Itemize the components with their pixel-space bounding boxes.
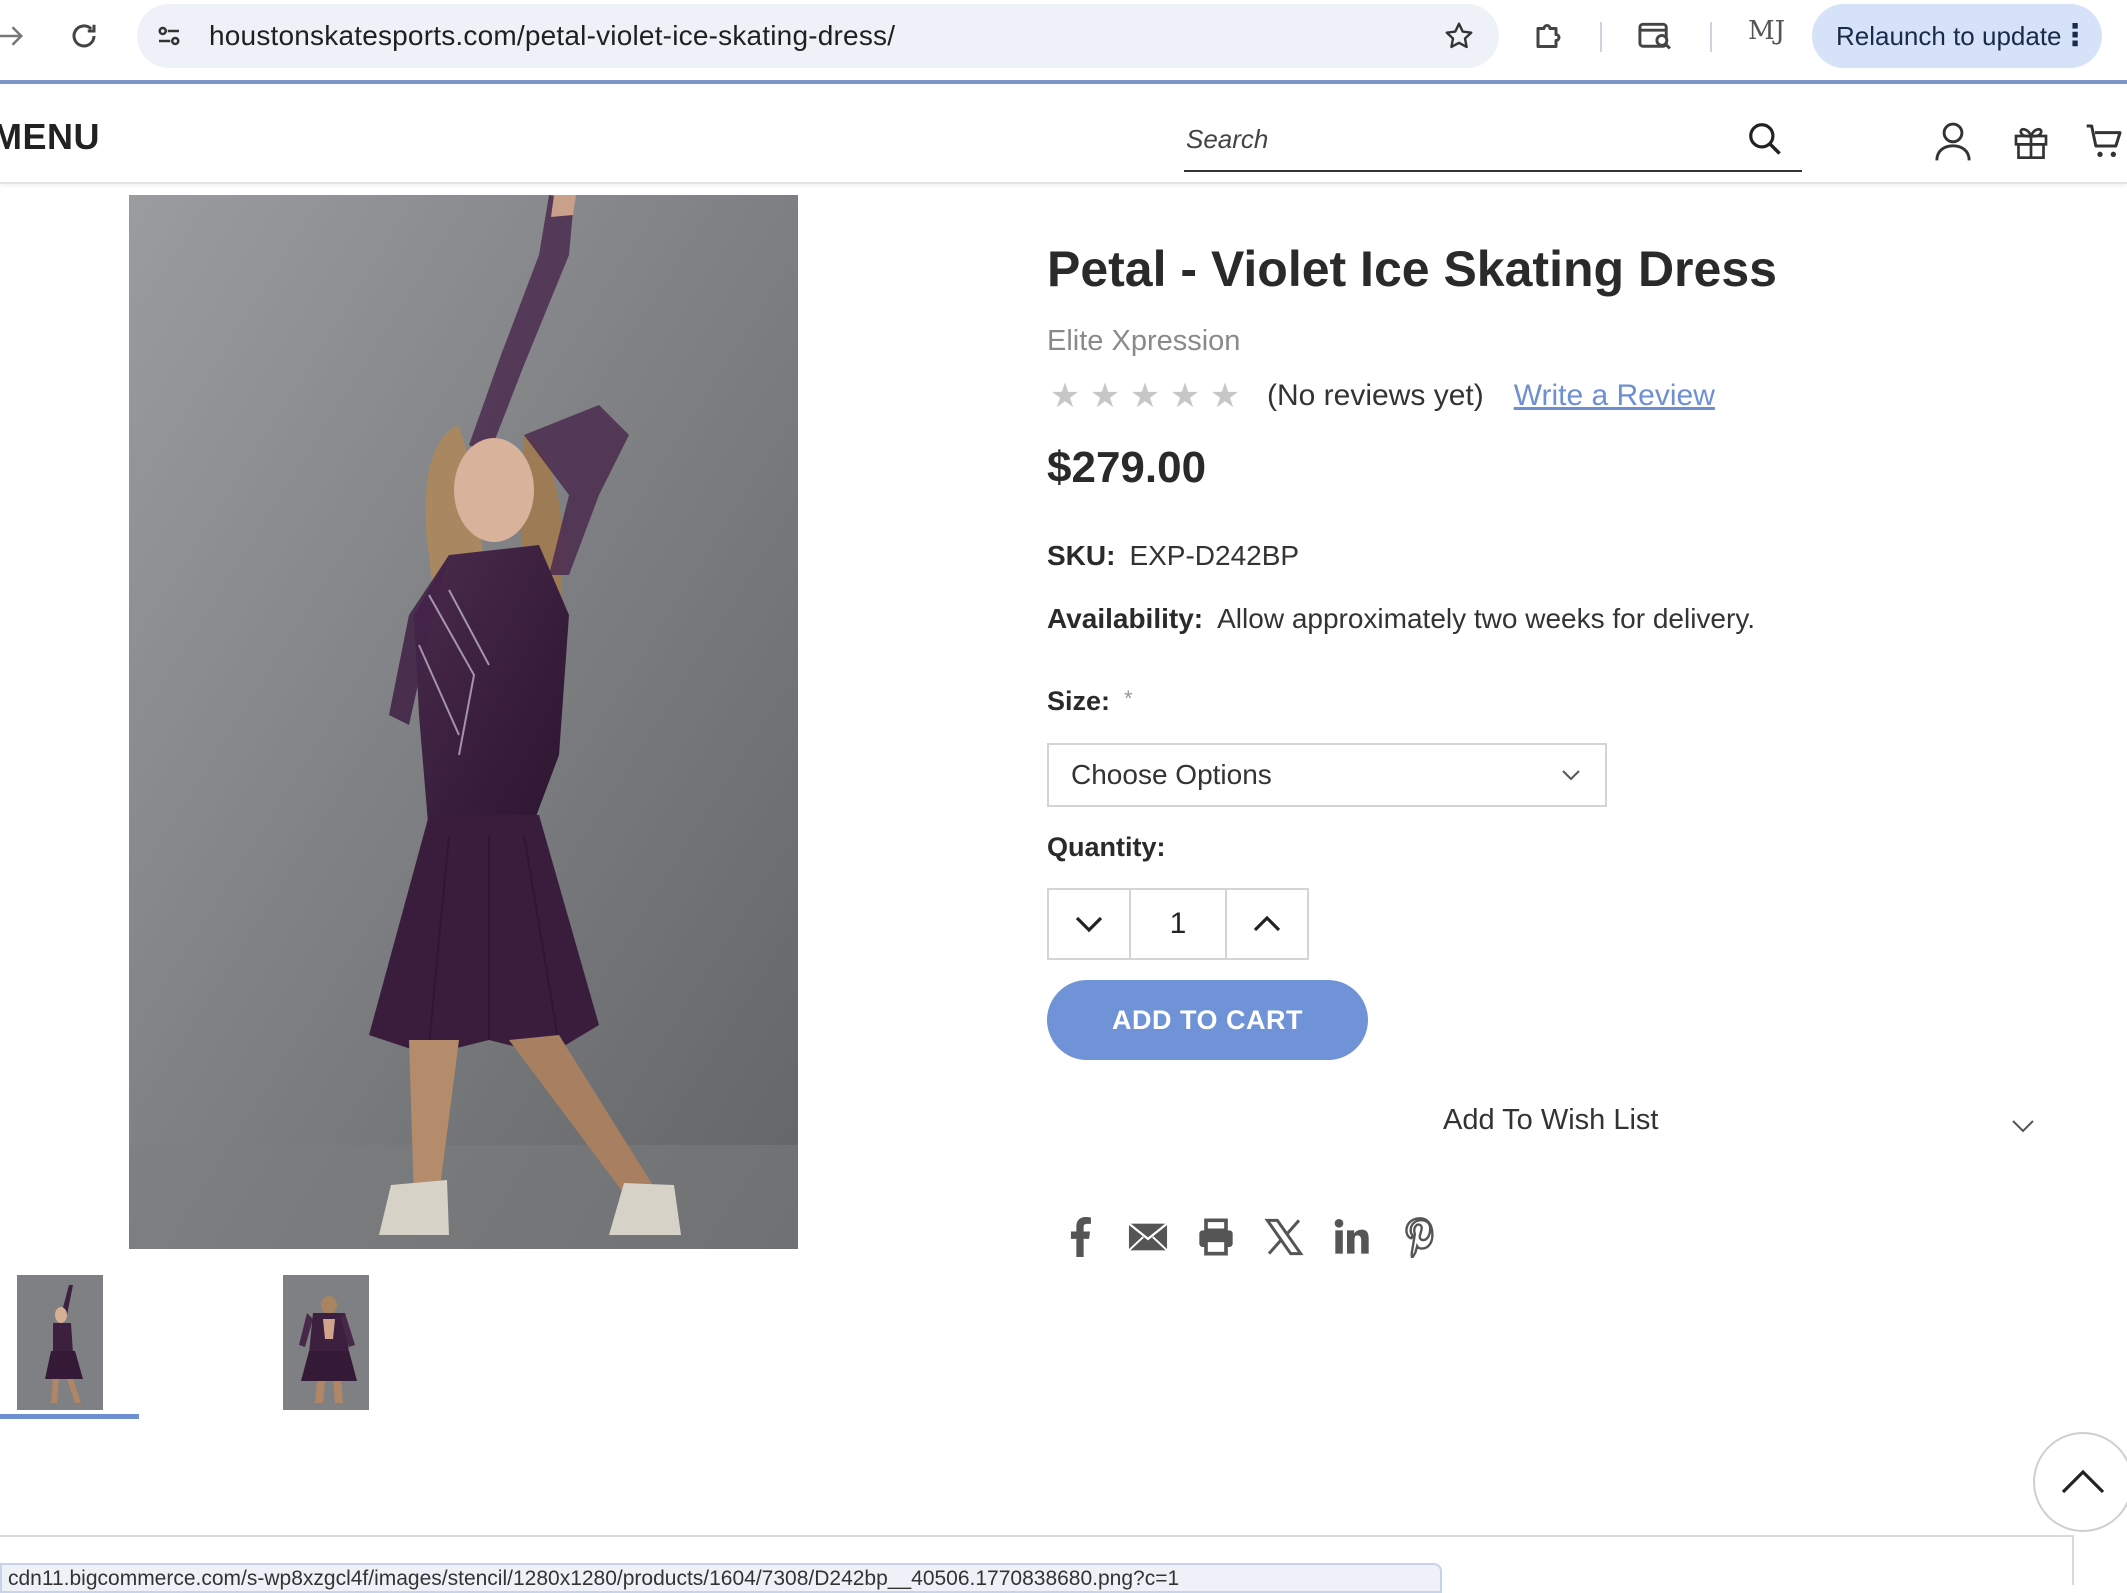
cart-icon[interactable] <box>2082 118 2127 164</box>
availability-row: Availability: Allow approximately two wee… <box>1047 603 1755 635</box>
chevron-down-icon <box>1075 916 1103 933</box>
search-icon[interactable] <box>1744 118 1786 160</box>
reload-icon[interactable] <box>58 10 110 62</box>
gift-icon[interactable] <box>2008 118 2054 164</box>
relaunch-label: Relaunch to update <box>1836 21 2062 51</box>
wishlist-row[interactable]: Add To Wish List <box>1047 1104 2037 1148</box>
tab-search-icon[interactable] <box>1634 14 1678 58</box>
site-settings-icon[interactable] <box>151 18 187 54</box>
address-bar[interactable]: houstonskatesports.com/petal-violet-ice-… <box>137 4 1499 68</box>
product-title: Petal - Violet Ice Skating Dress <box>1047 241 1777 297</box>
thumbnail-front[interactable] <box>17 1275 103 1410</box>
reviews-count: (No reviews yet) <box>1267 379 1484 412</box>
product-main-image[interactable] <box>129 195 798 1249</box>
add-to-cart-button[interactable]: ADD TO CART <box>1047 980 1368 1060</box>
search-box <box>1184 110 1802 172</box>
star-icon: ★ <box>1129 377 1161 415</box>
quantity-stepper: 1 <box>1047 888 1309 960</box>
size-select[interactable]: Choose Options <box>1047 743 1607 807</box>
url-text[interactable]: houstonskatesports.com/petal-violet-ice-… <box>209 4 895 68</box>
bookmark-star-icon[interactable] <box>1441 18 1477 54</box>
quantity-increase-button[interactable] <box>1227 890 1307 958</box>
sku-row: SKU: EXP-D242BP <box>1047 540 1299 572</box>
availability-label: Availability: <box>1047 603 1204 634</box>
thumbnail-image <box>283 1275 369 1410</box>
site-header: MENU <box>0 88 2127 184</box>
search-input[interactable] <box>1184 110 1724 168</box>
x-icon[interactable] <box>1264 1215 1304 1259</box>
relaunch-button[interactable]: Relaunch to update ⋮ <box>1812 4 2102 68</box>
availability-value: Allow approximately two weeks for delive… <box>1217 603 1756 634</box>
thumbnail-image <box>17 1275 103 1410</box>
sku-value: EXP-D242BP <box>1129 540 1300 571</box>
account-icon[interactable] <box>1930 118 1976 164</box>
extensions-icon[interactable] <box>1528 14 1572 58</box>
sku-label: SKU: <box>1047 540 1116 571</box>
pinterest-icon[interactable] <box>1400 1215 1440 1259</box>
star-icon: ★ <box>1209 377 1241 415</box>
product-brand[interactable]: Elite Xpression <box>1047 325 1240 358</box>
star-icon: ★ <box>1169 377 1201 415</box>
status-bar-url: cdn11.bigcommerce.com/s-wp8xzgcl4f/image… <box>0 1563 1442 1593</box>
rating-row: ★ ★ ★ ★ ★ (No reviews yet) Write a Revie… <box>1047 376 1715 416</box>
star-icon: ★ <box>1089 377 1121 415</box>
scroll-to-top-button[interactable] <box>2033 1432 2127 1532</box>
chevron-down-icon[interactable] <box>2009 1114 2037 1138</box>
chevron-up-icon <box>1253 915 1281 932</box>
toolbar-divider <box>1710 22 1712 52</box>
wishlist-label[interactable]: Add To Wish List <box>1443 1104 1658 1137</box>
quantity-label: Quantity: <box>1047 832 1166 862</box>
browser-toolbar: houstonskatesports.com/petal-violet-ice-… <box>0 0 2127 84</box>
quantity-input[interactable]: 1 <box>1129 890 1227 958</box>
quantity-decrease-button[interactable] <box>1049 890 1129 958</box>
forward-icon[interactable] <box>0 10 36 62</box>
section-divider <box>2072 1535 2074 1585</box>
size-label-text: Size: <box>1047 686 1111 716</box>
rating-stars: ★ ★ ★ ★ ★ <box>1047 376 1243 416</box>
more-options-icon[interactable]: ⋮ <box>2060 4 2090 68</box>
section-divider <box>0 1535 2073 1537</box>
size-label: Size: * <box>1047 686 1133 717</box>
email-icon[interactable] <box>1128 1215 1168 1259</box>
thumbnail-back[interactable] <box>283 1275 369 1410</box>
product-price: $279.00 <box>1047 443 1207 492</box>
chevron-up-icon <box>2061 1469 2105 1494</box>
write-review-link[interactable]: Write a Review <box>1514 379 1715 413</box>
print-icon[interactable] <box>1196 1215 1236 1259</box>
linkedin-icon[interactable] <box>1332 1215 1372 1259</box>
toolbar-divider <box>1600 22 1602 52</box>
facebook-icon[interactable] <box>1060 1215 1100 1259</box>
skater-photo <box>129 195 798 1249</box>
active-thumbnail-indicator <box>0 1414 139 1419</box>
share-icons <box>1060 1215 1440 1259</box>
required-mark: * <box>1124 686 1133 711</box>
chevron-down-icon <box>1559 763 1583 787</box>
size-select-value: Choose Options <box>1071 759 1272 790</box>
menu-button[interactable]: MENU <box>0 116 100 158</box>
profile-avatar[interactable]: MJ <box>1748 16 1785 46</box>
star-icon: ★ <box>1049 377 1081 415</box>
